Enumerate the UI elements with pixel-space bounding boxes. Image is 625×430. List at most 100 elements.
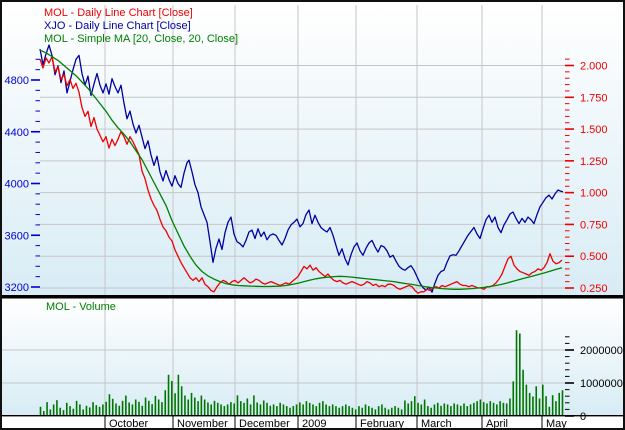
volume-bar [427, 406, 429, 415]
volume-bar [525, 384, 528, 415]
volume-bar [272, 404, 275, 415]
volume-bar [230, 402, 232, 415]
volume-bar [404, 400, 406, 415]
volume-bar [220, 404, 222, 415]
volume-bar [98, 406, 101, 415]
pane-backgrounds [2, 5, 623, 415]
volume-bar [39, 406, 42, 415]
volume-bar [259, 404, 262, 415]
volume-bar [512, 381, 515, 415]
volume-bar [302, 404, 304, 415]
volume-bar [335, 406, 337, 415]
volume-bar [253, 395, 255, 415]
volume-pane-label: MOL - Volume [46, 301, 116, 313]
month-label: December [239, 418, 290, 430]
volume-bar [377, 406, 380, 415]
volume-bar [285, 406, 288, 415]
volume-bar [305, 401, 308, 415]
volume-bar [171, 381, 173, 415]
volume-bar [463, 403, 465, 415]
volume-bar [443, 403, 446, 415]
volume-bar [446, 404, 449, 415]
left-axis-label: 3600 [5, 230, 29, 242]
volume-bar [555, 401, 557, 415]
price-pane-surface[interactable] [2, 5, 623, 295]
volume-bar [394, 406, 396, 415]
volume-bar [85, 405, 88, 415]
volume-bar [144, 397, 147, 415]
volume-bar [538, 398, 541, 415]
volume-bar [433, 404, 436, 415]
right-axis-label: 1.250 [580, 156, 608, 168]
volume-bar [184, 395, 186, 415]
volume-bar [243, 402, 245, 415]
legend-item-xjo-line: XJO - Daily Line Chart [Close] [44, 20, 191, 32]
volume-bar [338, 407, 341, 415]
volume-bar [115, 403, 117, 415]
volume-axis-label: 2000000 [580, 345, 623, 357]
volume-bar [95, 405, 98, 415]
chart-canvas[interactable]: October November December 2009 February March… [2, 2, 625, 430]
pane-separator [2, 295, 623, 299]
volume-bar [174, 393, 176, 415]
month-label: November [177, 418, 228, 430]
volume-bar [440, 405, 442, 415]
volume-bar [207, 402, 209, 415]
volume-bar [167, 374, 170, 415]
volume-bar [528, 392, 531, 415]
volume-bar [65, 402, 68, 415]
volume-bar [194, 397, 196, 415]
volume-bar [223, 406, 226, 415]
month-label: October [109, 418, 148, 430]
volume-bar [374, 409, 377, 415]
volume-bar [545, 396, 547, 415]
volume-bar [361, 407, 364, 415]
volume-bar [216, 402, 219, 415]
legend-item-mol-line: MOL - Daily Line Chart [Close] [44, 7, 193, 19]
volume-bar [315, 406, 318, 415]
volume-bar [482, 402, 485, 415]
volume-bar [509, 398, 511, 415]
volume-bar [561, 390, 564, 415]
volume-bar [417, 402, 419, 415]
volume-bar [289, 407, 291, 415]
volume-bar [541, 384, 544, 415]
volume-bar [354, 409, 357, 415]
volume-bar [299, 402, 301, 415]
volume-bar [322, 401, 324, 415]
volume-bar [558, 392, 561, 415]
volume-bar [384, 407, 387, 415]
left-axis-label: 4800 [5, 75, 29, 87]
volume-bar [256, 402, 258, 415]
volume-bar [496, 404, 498, 415]
volume-bar [397, 407, 400, 415]
volume-bar [318, 402, 321, 415]
volume-bar [118, 405, 121, 415]
volume-bar [292, 406, 295, 415]
volume-bar [197, 401, 199, 415]
volume-bar [390, 407, 393, 415]
volume-bar [535, 386, 538, 415]
volume-bar [210, 404, 213, 415]
volume-bar [75, 400, 78, 415]
volume-bar [226, 404, 229, 415]
volume-bar [282, 404, 285, 415]
volume-bar [92, 402, 94, 415]
volume-bar [413, 396, 416, 415]
month-label: May [546, 418, 567, 430]
volume-bar [489, 401, 492, 415]
volume-bar [69, 406, 71, 415]
volume-bar [72, 408, 75, 415]
month-label: April [486, 418, 508, 430]
volume-bar [157, 399, 160, 415]
volume-bar [200, 395, 203, 415]
month-label: 2009 [302, 418, 326, 430]
volume-bar [499, 401, 501, 415]
volume-bar [466, 406, 469, 415]
volume-bar [358, 406, 360, 415]
volume-bar [151, 404, 153, 415]
volume-bar [249, 404, 252, 415]
volume-bar [492, 402, 495, 415]
legend: MOL - Daily Line Chart [Close] XJO - Dai… [44, 7, 238, 46]
volume-bar [308, 402, 311, 415]
